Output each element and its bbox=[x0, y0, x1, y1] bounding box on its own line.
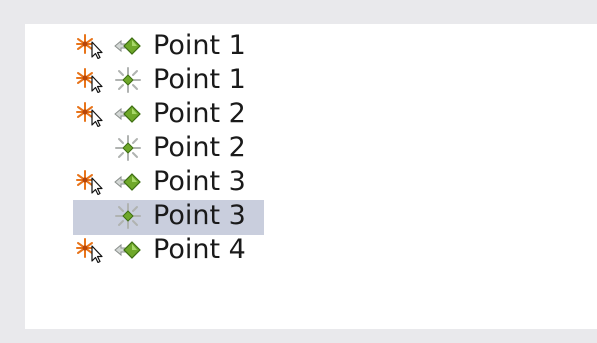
tree-item-label: Point 2 bbox=[153, 98, 246, 129]
green-diamond-arrow-icon bbox=[113, 33, 143, 59]
green-diamond-arrow-icon bbox=[113, 237, 143, 263]
tree-item-label: Point 2 bbox=[153, 132, 246, 163]
green-diamond-arrow-icon bbox=[113, 101, 143, 127]
tree-item[interactable]: Point 3 bbox=[25, 199, 597, 235]
point-tree: Point 1 Point 1 Point 2 Point 2 Point 3 … bbox=[25, 29, 597, 267]
orange-snap-cursor-icon bbox=[75, 237, 105, 264]
orange-snap-cursor-icon bbox=[75, 101, 105, 128]
orange-snap-cursor-icon bbox=[75, 33, 105, 60]
orange-snap-cursor-icon bbox=[75, 67, 105, 94]
green-point-sparkle-icon bbox=[113, 203, 143, 229]
tree-item[interactable]: Point 2 bbox=[25, 131, 597, 165]
tree-item-label: Point 1 bbox=[153, 64, 246, 95]
tree-item-label: Point 4 bbox=[153, 234, 246, 265]
green-point-sparkle-icon bbox=[113, 135, 143, 161]
tree-item[interactable]: Point 4 bbox=[25, 233, 597, 267]
tree-item-label: Point 3 bbox=[153, 166, 246, 197]
green-point-sparkle-icon bbox=[113, 67, 143, 93]
green-diamond-arrow-icon bbox=[113, 169, 143, 195]
tree-item[interactable]: Point 2 bbox=[25, 97, 597, 131]
tree-item[interactable]: Point 1 bbox=[25, 29, 597, 63]
tree-item[interactable]: Point 3 bbox=[25, 165, 597, 199]
orange-snap-cursor-icon bbox=[75, 169, 105, 196]
tree-panel: Point 1 Point 1 Point 2 Point 2 Point 3 … bbox=[25, 24, 597, 329]
tree-item[interactable]: Point 1 bbox=[25, 63, 597, 97]
tree-item-label: Point 1 bbox=[153, 30, 246, 61]
tree-item-label: Point 3 bbox=[153, 200, 246, 231]
